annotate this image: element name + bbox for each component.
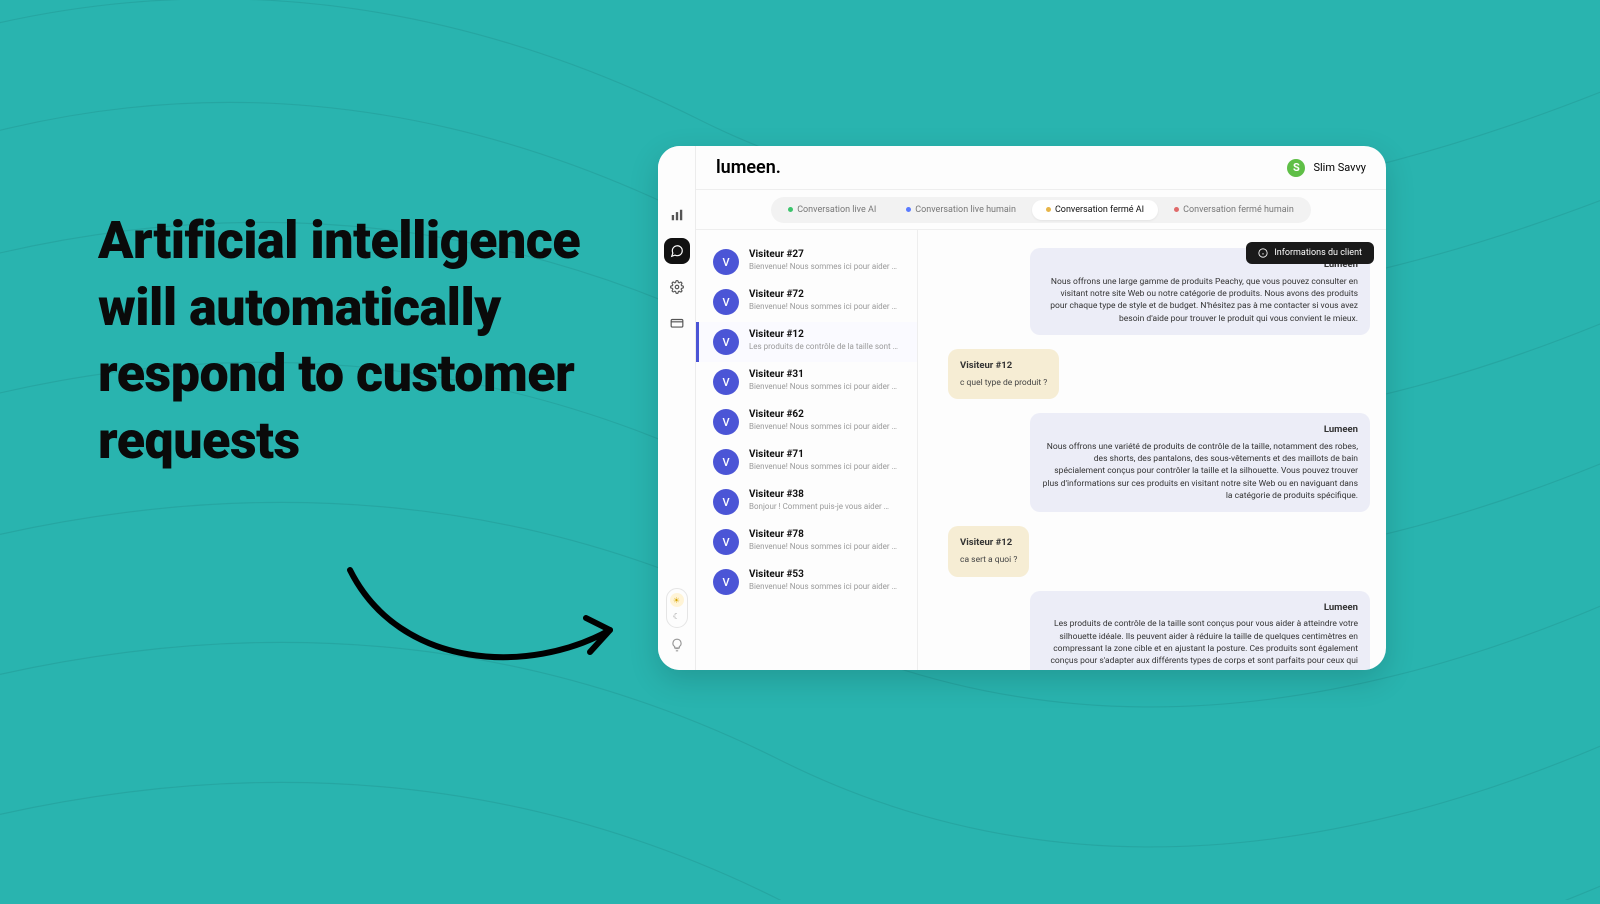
conversation-name: Visiteur #71 [749, 449, 897, 460]
conversation-preview: Bienvenue! Nous sommes ici pour aider … [749, 582, 897, 591]
avatar: V [713, 409, 739, 435]
billing-icon[interactable] [664, 310, 690, 336]
tab-0[interactable]: Conversation live AI [774, 200, 890, 220]
message-text: c quel type de produit ? [960, 378, 1047, 388]
message-sender: Lumeen [1042, 423, 1358, 437]
client-info-label: Informations du client [1274, 248, 1362, 258]
store-name: Slim Savvy [1313, 161, 1366, 174]
settings-icon[interactable] [664, 274, 690, 300]
main-area: lumeen. S Slim Savvy Conversation live A… [696, 146, 1386, 670]
avatar: V [713, 489, 739, 515]
status-dot-icon [1174, 207, 1179, 212]
logo: lumeen. [716, 157, 781, 178]
chat-icon[interactable] [664, 238, 690, 264]
conversation-preview: Bienvenue! Nous sommes ici pour aider … [749, 382, 897, 391]
header: lumeen. S Slim Savvy [696, 146, 1386, 190]
conversation-name: Visiteur #53 [749, 569, 897, 580]
conversation-preview: Bienvenue! Nous sommes ici pour aider … [749, 302, 897, 311]
analytics-icon[interactable] [664, 202, 690, 228]
app-window: ☀ ☾ lumeen. S Slim Savvy Conversation li… [658, 146, 1386, 670]
message-text: Nous offrons une variété de produits de … [1043, 442, 1358, 501]
conversation-preview: Bienvenue! Nous sommes ici pour aider … [749, 542, 897, 551]
conversation-name: Visiteur #72 [749, 289, 897, 300]
sun-icon: ☀ [670, 593, 684, 607]
conversation-item[interactable]: V Visiteur #31 Bienvenue! Nous sommes ici … [696, 362, 917, 402]
message-text: Nous offrons une large gamme de produits… [1050, 277, 1358, 324]
message-sender: Visiteur #12 [960, 359, 1047, 373]
conversation-name: Visiteur #78 [749, 529, 897, 540]
conversation-item[interactable]: V Visiteur #12 Les produits de contrôle de… [696, 322, 917, 362]
message-text: Les produits de contrôle de la taille so… [1050, 619, 1358, 670]
conversation-name: Visiteur #62 [749, 409, 897, 420]
avatar: V [713, 529, 739, 555]
conversation-preview: Les produits de contrôle de la taille so… [749, 342, 898, 351]
tab-label: Conversation fermé humain [1183, 205, 1294, 215]
arrow-illustration [340, 560, 640, 690]
conversation-item[interactable]: V Visiteur #78 Bienvenue! Nous sommes ici … [696, 522, 917, 562]
visitor-message: Visiteur #12 c quel type de produit ? [948, 349, 1059, 399]
theme-toggle[interactable]: ☀ ☾ [666, 588, 688, 628]
shopify-badge-icon: S [1287, 159, 1305, 177]
conversation-name: Visiteur #27 [749, 249, 897, 260]
avatar: V [713, 289, 739, 315]
conversation-item[interactable]: V Visiteur #72 Bienvenue! Nous sommes ici … [696, 282, 917, 322]
message-sender: Visiteur #12 [960, 536, 1017, 550]
ai-message: Lumeen Les produits de contrôle de la tai… [1030, 591, 1370, 671]
conversation-item[interactable]: V Visiteur #62 Bienvenue! Nous sommes ici … [696, 402, 917, 442]
tab-2[interactable]: Conversation fermé AI [1032, 200, 1158, 220]
avatar: V [713, 569, 739, 595]
conversation-item[interactable]: V Visiteur #38 Bonjour ! Comment puis-je v… [696, 482, 917, 522]
conversation-item[interactable]: V Visiteur #27 Bienvenue! Nous sommes ici … [696, 242, 917, 282]
tab-1[interactable]: Conversation live humain [892, 200, 1030, 220]
moon-icon: ☾ [670, 609, 684, 623]
tab-3[interactable]: Conversation fermé humain [1160, 200, 1308, 220]
tab-label: Conversation live humain [915, 205, 1016, 215]
status-dot-icon [788, 207, 793, 212]
conversation-item[interactable]: V Visiteur #53 Bienvenue! Nous sommes ici … [696, 562, 917, 602]
conversation-preview: Bienvenue! Nous sommes ici pour aider … [749, 462, 897, 471]
conversation-name: Visiteur #38 [749, 489, 889, 500]
avatar: V [713, 449, 739, 475]
message-text: ca sert a quoi ? [960, 555, 1017, 565]
status-dot-icon [1046, 207, 1051, 212]
ai-message: Lumeen Nous offrons une variété de produi… [1030, 413, 1370, 512]
message-sender: Lumeen [1042, 601, 1358, 615]
conversation-preview: Bienvenue! Nous sommes ici pour aider … [749, 262, 897, 271]
conversation-preview: Bienvenue! Nous sommes ici pour aider … [749, 422, 897, 431]
marketing-headline: Artificial intelligence will automatical… [98, 208, 618, 474]
conversation-name: Visiteur #31 [749, 369, 897, 380]
conversation-preview: Bonjour ! Comment puis-je vous aider … [749, 502, 889, 511]
avatar: V [713, 249, 739, 275]
nav-rail: ☀ ☾ [658, 146, 696, 670]
avatar: V [713, 369, 739, 395]
tab-label: Conversation fermé AI [1055, 205, 1144, 215]
tab-bar: Conversation live AI Conversation live hu… [696, 190, 1386, 230]
conversation-item[interactable]: V Visiteur #71 Bienvenue! Nous sommes ici … [696, 442, 917, 482]
chat-panel: Informations du client Lumeen Nous offron… [918, 230, 1386, 670]
tab-label: Conversation live AI [797, 205, 876, 215]
status-dot-icon [906, 207, 911, 212]
visitor-message: Visiteur #12 ca sert a quoi ? [948, 526, 1029, 576]
help-icon[interactable] [666, 634, 688, 656]
client-info-button[interactable]: Informations du client [1246, 242, 1374, 264]
conversation-name: Visiteur #12 [749, 329, 898, 340]
conversation-list[interactable]: V Visiteur #27 Bienvenue! Nous sommes ici … [696, 230, 918, 670]
avatar: V [713, 329, 739, 355]
